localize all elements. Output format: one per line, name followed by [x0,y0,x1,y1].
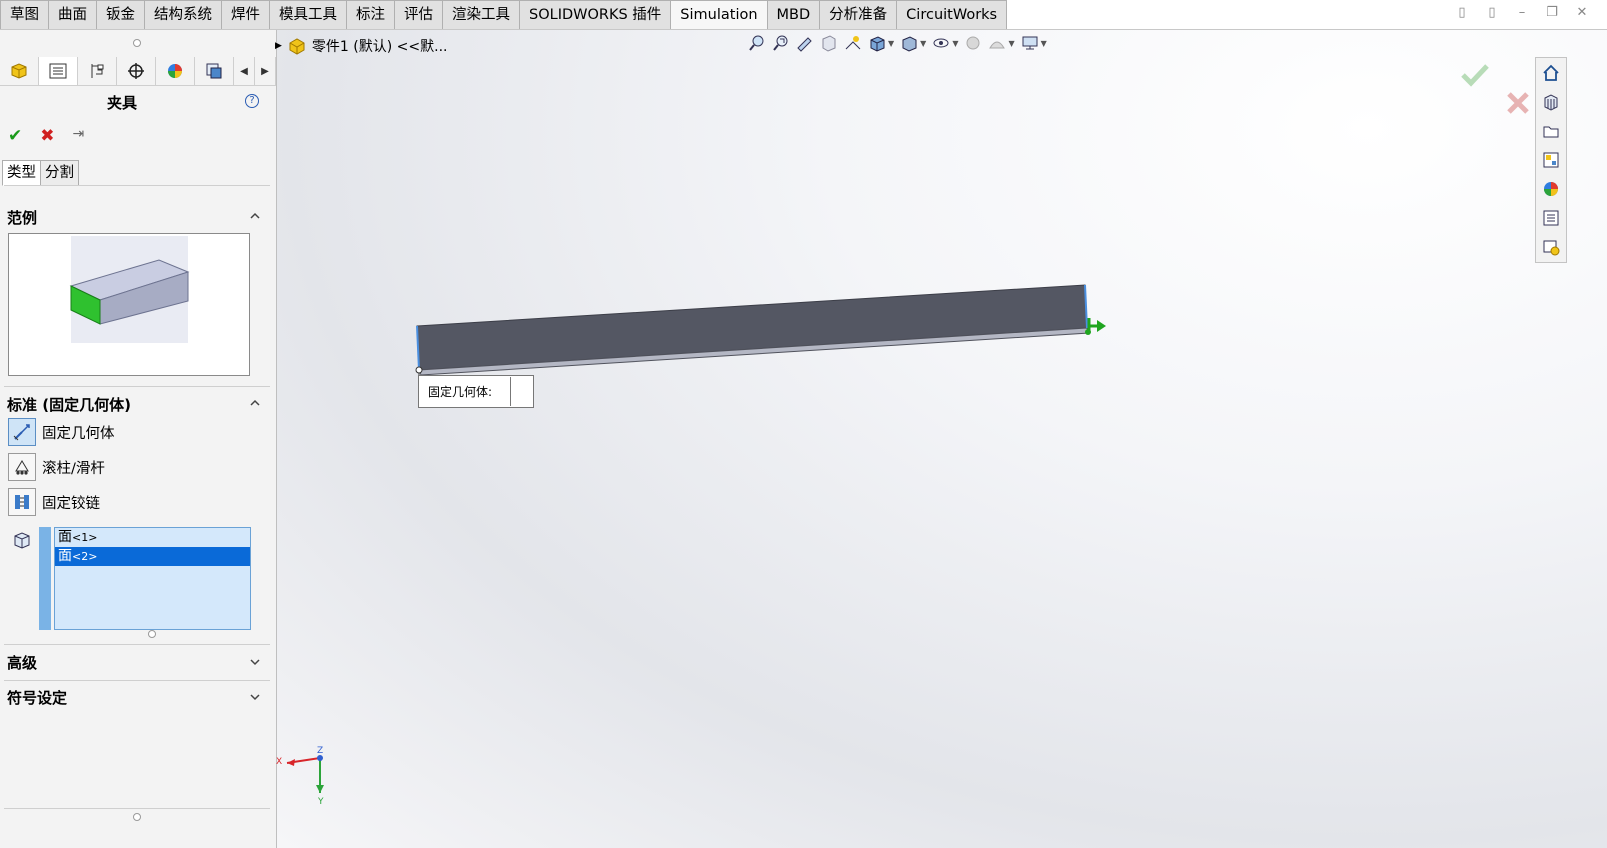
fixed-geometry-icon [8,418,36,446]
fixture-arrow-icon [1085,318,1106,335]
cancel-x-icon[interactable]: ✖ [40,126,54,146]
divider [4,680,270,681]
tab-render-tools[interactable]: 渲染工具 [442,0,520,29]
reference-triad: X Z Y [276,746,324,807]
symbol-settings-section-header[interactable]: 符号设定 [7,687,67,708]
panel-splitter-grip[interactable] [133,39,141,47]
list-item[interactable]: 面<2> [55,547,250,566]
ok-check-icon[interactable]: ✔ [8,126,22,146]
collapse-chevron-icon[interactable] [250,398,260,408]
tab-sketch[interactable]: 草图 [0,0,49,29]
solidworks-resources-icon[interactable] [1536,232,1566,261]
z-axis-label: Z [317,746,323,756]
roller-slider-icon [8,453,36,481]
pushpin-icon[interactable]: ⇥ [73,126,85,146]
option-label: 固定铰链 [42,495,100,512]
selected-faces-list[interactable]: 面<1> 面<2> [54,527,251,630]
restore-icon[interactable]: ❐ [1545,6,1559,20]
callout-value-box [510,377,531,406]
scroll-left-icon[interactable]: ◀ [234,57,255,85]
fixture-callout[interactable]: 固定几何体: [418,375,534,408]
appearances-icon[interactable] [1536,174,1566,203]
panel-title: 夹具 [106,94,137,112]
divider [4,644,270,645]
tab-simulation[interactable]: Simulation [670,0,768,29]
standard-section-header[interactable]: 标准 (固定几何体) [7,394,131,415]
divider [4,185,270,186]
file-explorer-icon[interactable] [1536,116,1566,145]
tab-type[interactable]: 类型 [2,160,41,186]
expand-chevron-icon[interactable] [250,692,260,702]
tab-circuitworks[interactable]: CircuitWorks [896,0,1008,29]
tab-mold-tools[interactable]: 模具工具 [269,0,347,29]
advanced-section-header[interactable]: 高级 [7,652,37,673]
divider [4,386,270,387]
divider [4,808,270,809]
tab-solidworks-addins[interactable]: SOLIDWORKS 插件 [519,0,672,29]
tab-structure-system[interactable]: 结构系统 [144,0,222,29]
callout-label: 固定几何体: [428,385,493,399]
property-manager-icon[interactable] [39,57,78,85]
tab-split[interactable]: 分割 [40,160,79,186]
face-selection-icon [14,532,30,549]
panel-splitter-grip[interactable] [133,813,141,821]
task-pane-tabs [1535,57,1567,263]
tab-surfaces[interactable]: 曲面 [48,0,97,29]
option-roller-slider[interactable]: 滚柱/滑杆 [8,453,105,481]
list-item[interactable]: 面<1> [55,528,250,547]
x-axis-label: X [276,757,282,767]
simulation-manager-icon[interactable] [195,57,234,85]
custom-properties-icon[interactable] [1536,203,1566,232]
manager-tabs: ◀ ▶ [0,57,276,86]
tab-evaluate[interactable]: 评估 [394,0,443,29]
fixed-hinge-icon [8,488,36,516]
scroll-right-icon[interactable]: ▶ [255,57,276,85]
home-icon[interactable] [1536,58,1566,87]
y-axis-label: Y [317,797,324,807]
command-manager-tabs: 草图 曲面 钣金 结构系统 焊件 模具工具 标注 评估 渲染工具 SOLIDWO… [0,0,1607,30]
option-label: 滚柱/滑杆 [42,460,105,477]
collapse-chevron-icon[interactable] [250,211,260,221]
tab-weldments[interactable]: 焊件 [221,0,270,29]
close-icon[interactable]: ✕ [1575,6,1589,20]
dimxpert-manager-icon[interactable] [117,57,156,85]
selection-box-indicator [39,527,51,630]
minimize-icon[interactable]: – [1515,6,1529,20]
type-split-tabs: 类型 分割 [2,160,79,186]
feature-manager-icon[interactable] [0,57,39,85]
list-resize-grip[interactable] [148,630,156,638]
view-palette-icon[interactable] [1536,145,1566,174]
option-label: 固定几何体 [42,425,115,442]
expand-chevron-icon[interactable] [250,657,260,667]
panel-actions: ✔ ✖ ⇥ [8,126,84,146]
help-icon[interactable]: ? [245,94,259,108]
property-manager: ◀ ▶ 夹具 ? ✔ ✖ ⇥ 类型 分割 范例 标准 (固定几何体) 固定几何体 [0,30,277,848]
option-fixed-geometry[interactable]: 固定几何体 [8,418,115,446]
design-library-icon[interactable] [1536,87,1566,116]
example-section-header[interactable]: 范例 [7,207,37,228]
option-fixed-hinge[interactable]: 固定铰链 [8,488,100,516]
confirm-cancel-icon[interactable] [1505,90,1531,116]
tab-sheet-metal[interactable]: 钣金 [96,0,145,29]
tab-analysis-prep[interactable]: 分析准备 [819,0,898,29]
example-preview [8,233,250,376]
tile-left-icon[interactable]: ▯ [1455,6,1469,20]
configuration-manager-icon[interactable] [78,57,117,85]
window-controls: ▯ ▯ – ❐ ✕ [1455,6,1589,20]
tile-right-icon[interactable]: ▯ [1485,6,1499,20]
tab-dimension[interactable]: 标注 [346,0,395,29]
confirm-ok-icon[interactable] [1460,62,1490,88]
beam-model[interactable] [277,30,1607,848]
fixed-block-illustration [69,236,190,343]
tab-mbd[interactable]: MBD [766,0,821,29]
display-manager-icon[interactable] [156,57,195,85]
